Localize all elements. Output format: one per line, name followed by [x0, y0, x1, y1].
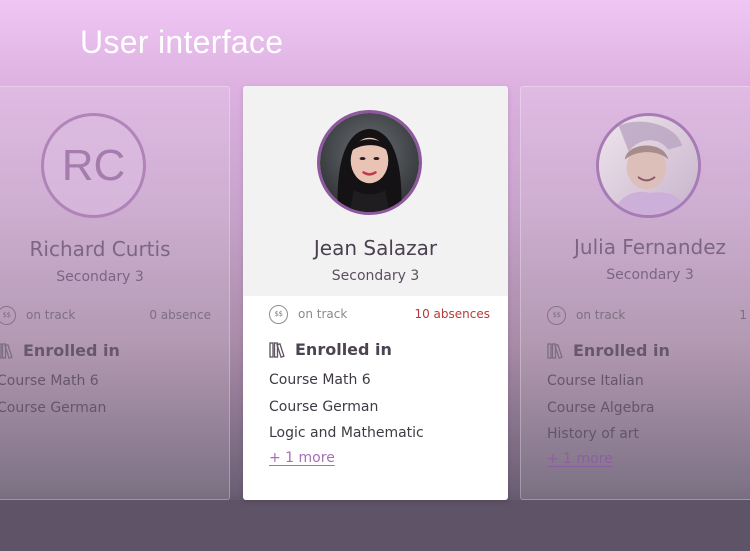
books-icon — [0, 342, 13, 359]
course-item: Course Algebra — [547, 399, 655, 416]
more-courses-link[interactable]: + 1 more — [269, 450, 335, 466]
card-header: Jean Salazar Secondary 3 — [243, 86, 508, 296]
course-item: Course Math 6 — [269, 372, 371, 388]
avatar — [317, 110, 422, 215]
enrolled-heading: Enrolled in — [547, 341, 750, 360]
course-item: Course Italian — [547, 373, 644, 389]
enrolled-label: Enrolled in — [295, 340, 392, 359]
enrolled-heading: Enrolled in — [0, 341, 229, 360]
student-grade: Secondary 3 — [331, 268, 420, 284]
card-header: RC Richard Curtis Secondary 3 — [0, 87, 229, 297]
status-row: $$ on track 0 absence — [0, 297, 229, 333]
student-grade: Secondary 3 — [606, 267, 694, 283]
profile-photo — [320, 113, 419, 212]
absence-count: 10 absences — [414, 307, 490, 321]
status-row: $$ on track 1 absence — [547, 297, 750, 333]
profile-photo — [599, 116, 698, 215]
status-text: on track — [26, 308, 76, 322]
status-text: on track — [576, 308, 626, 322]
student-card-julia-fernandez[interactable]: Julia Fernandez Secondary 3 $$ on track … — [520, 86, 750, 500]
course-item: Course German — [0, 399, 107, 416]
dollar-circle-icon: $$ — [547, 305, 566, 325]
student-card-richard-curtis[interactable]: RC Richard Curtis Secondary 3 $$ on trac… — [0, 86, 230, 500]
books-icon — [269, 341, 285, 358]
card-body: $$ on track 1 absence Enrolled in Course… — [521, 297, 750, 467]
avatar: RC — [41, 113, 146, 218]
enrolled-label: Enrolled in — [573, 341, 670, 360]
student-name: Julia Fernandez — [574, 235, 726, 259]
bottom-band — [0, 500, 750, 551]
student-grade: Secondary 3 — [56, 269, 144, 285]
student-name: Richard Curtis — [29, 237, 171, 261]
student-card-jean-salazar[interactable]: Jean Salazar Secondary 3 $$ on track 10 … — [243, 86, 508, 500]
course-item: Logic and Mathematic — [269, 425, 424, 441]
status-row: $$ on track 10 absences — [269, 296, 508, 332]
card-body: $$ on track 10 absences Enrolled in Cour… — [243, 296, 508, 466]
enrolled-label: Enrolled in — [23, 341, 120, 360]
course-item: Course Math 6 — [0, 373, 99, 389]
avatar-initials: RC — [61, 140, 126, 190]
status-text: on track — [298, 307, 348, 321]
avatar — [596, 113, 701, 218]
dollar-circle-icon: $$ — [269, 304, 288, 324]
enrolled-heading: Enrolled in — [269, 340, 508, 359]
page-title: User interface — [80, 24, 284, 60]
student-name: Jean Salazar — [313, 236, 438, 260]
card-body: $$ on track 0 absence Enrolled in Course… — [0, 297, 229, 421]
course-item: Course German — [269, 398, 379, 415]
more-courses-link[interactable]: + 1 more — [547, 451, 613, 467]
card-header: Julia Fernandez Secondary 3 — [521, 87, 750, 297]
books-icon — [547, 342, 563, 359]
dollar-circle-icon: $$ — [0, 305, 16, 325]
course-item: History of art — [547, 426, 640, 442]
absence-count: 1 absence — [739, 308, 750, 322]
absence-count: 0 absence — [149, 308, 211, 322]
